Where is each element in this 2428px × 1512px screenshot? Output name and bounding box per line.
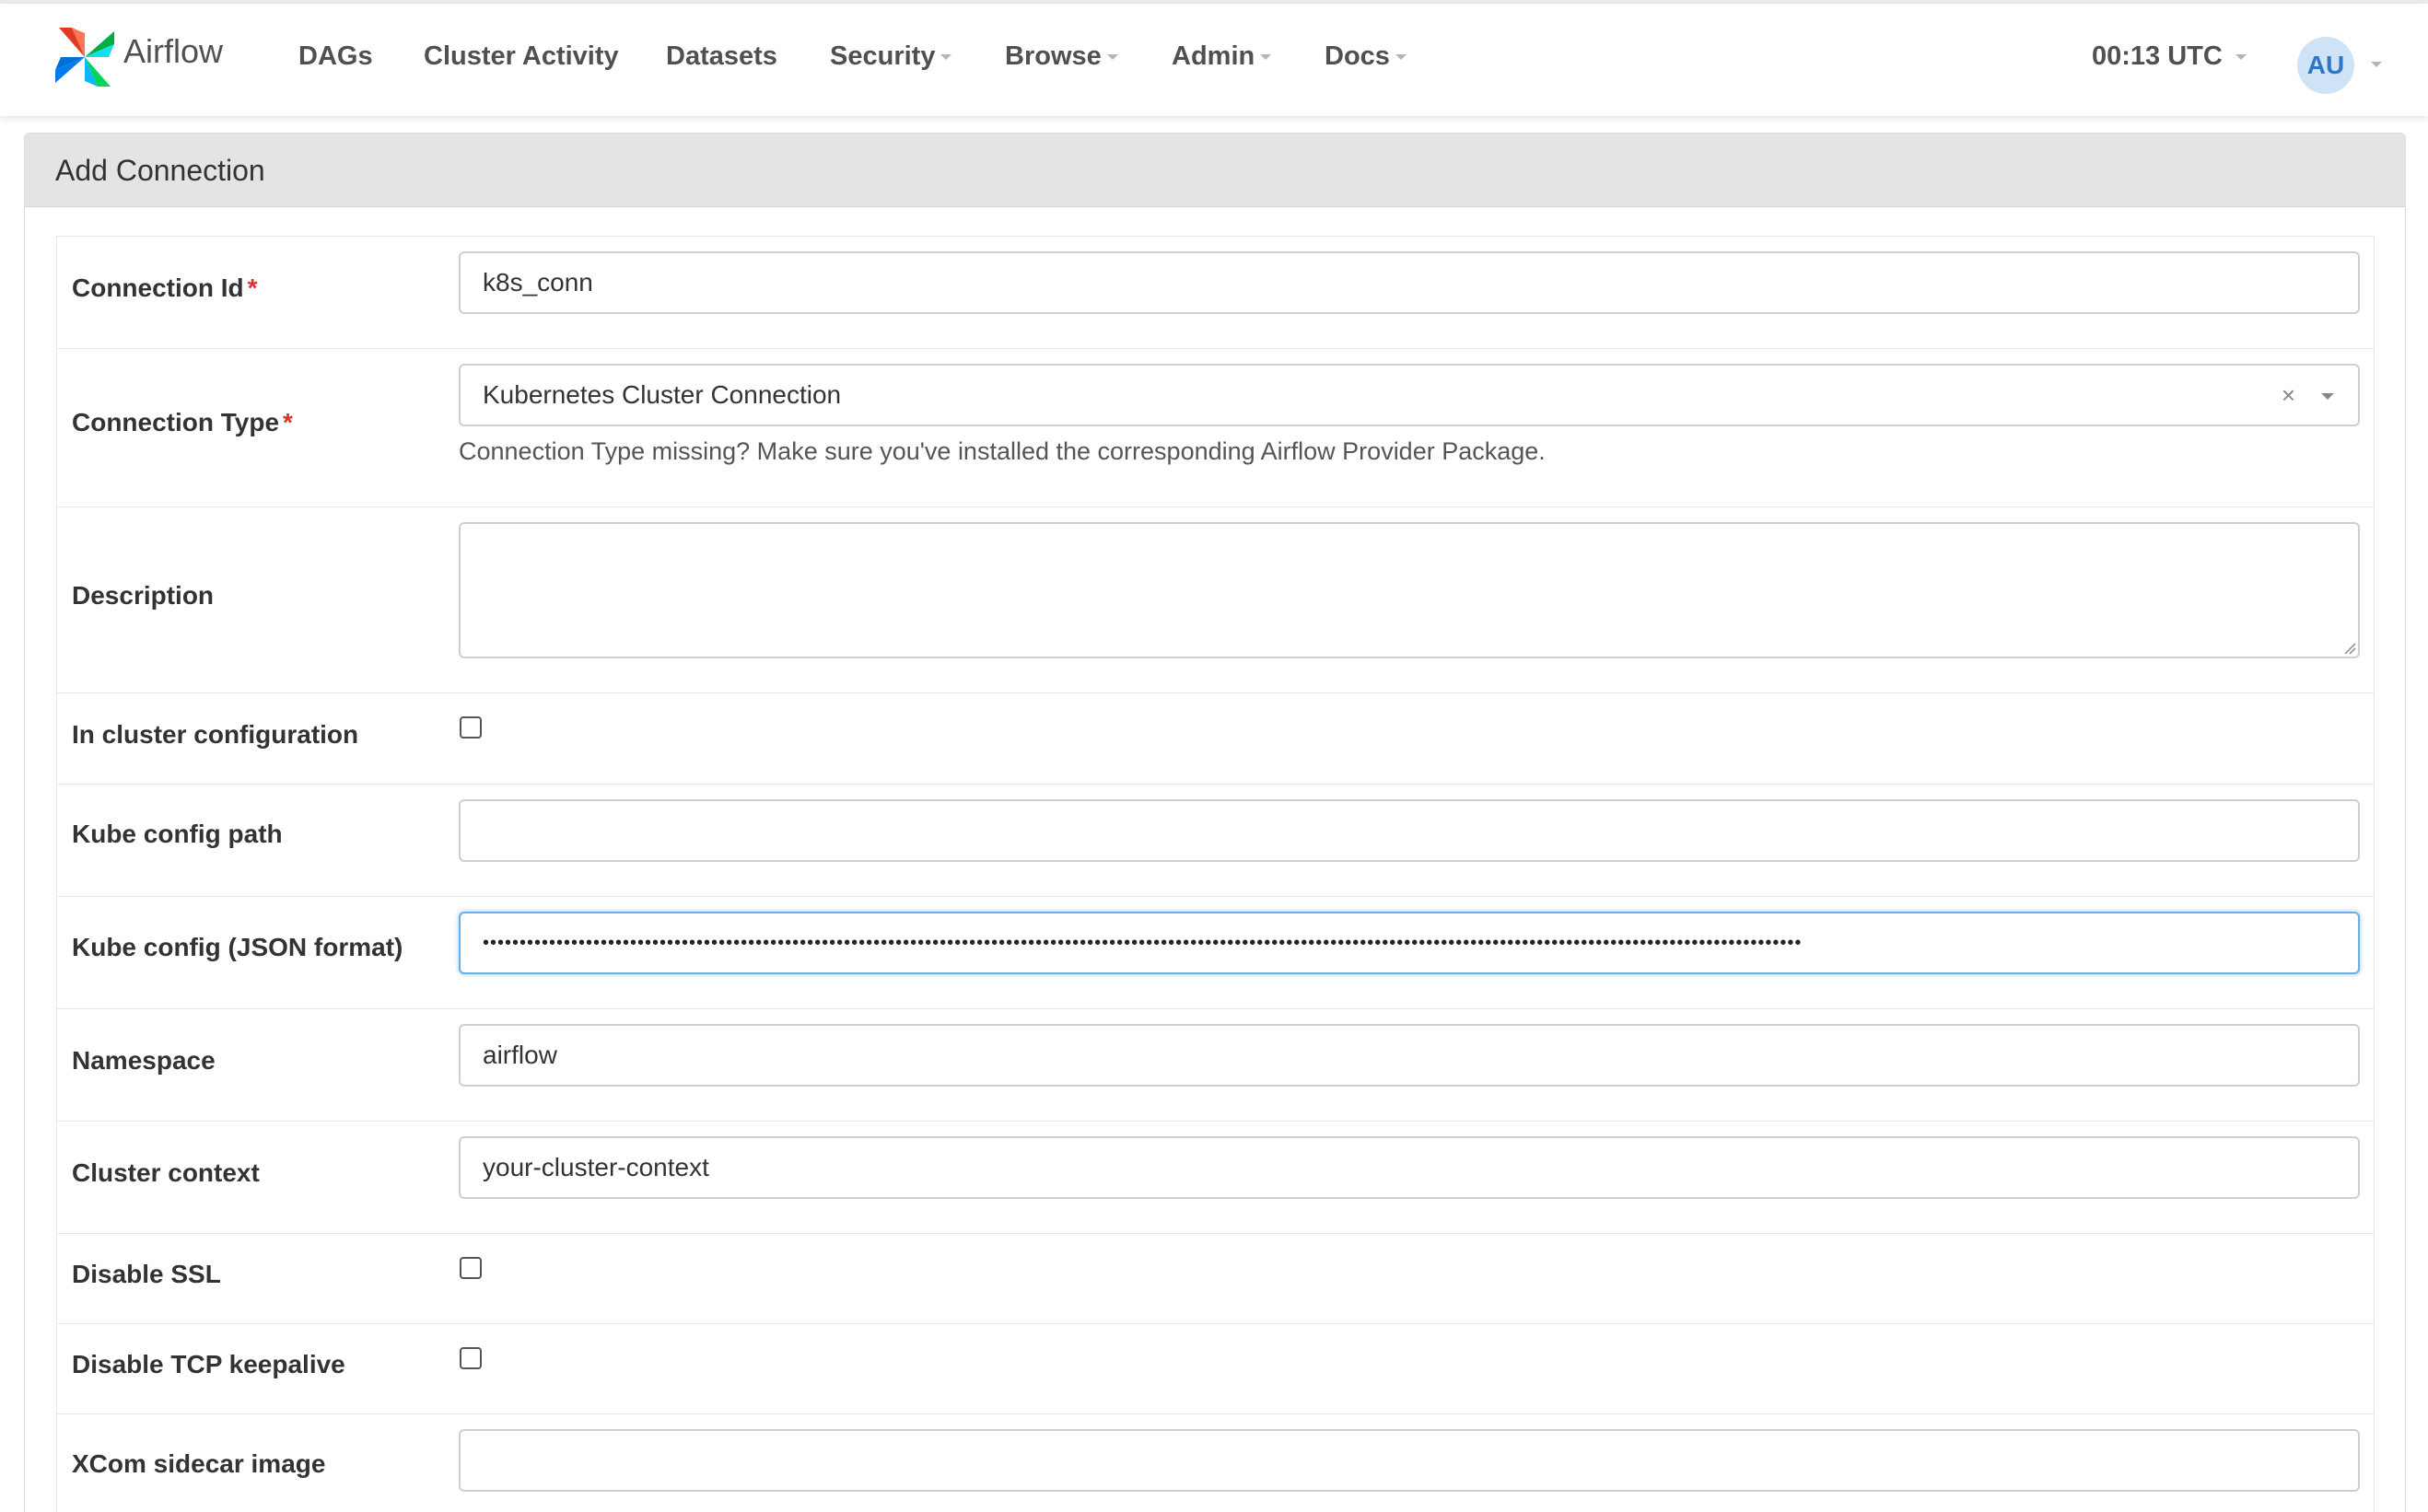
connection-type-value: Kubernetes Cluster Connection bbox=[483, 380, 842, 409]
connection-id-input[interactable]: k8s_conn bbox=[459, 251, 2360, 314]
cluster-context-label: Cluster context bbox=[72, 1158, 260, 1187]
in-cluster-label: In cluster configuration bbox=[72, 720, 359, 749]
connection-type-label: Connection Type * bbox=[72, 408, 293, 437]
close-icon[interactable]: × bbox=[2282, 366, 2295, 425]
required-marker: * bbox=[283, 408, 293, 436]
disable-ssl-label: Disable SSL bbox=[72, 1260, 221, 1288]
kube-config-json-input[interactable]: ••••••••••••••••••••••••••••••••••••••••… bbox=[459, 912, 2360, 974]
row-disable-tcp-keepalive: Disable TCP keepalive bbox=[57, 1324, 2374, 1414]
disable-ssl-checkbox[interactable] bbox=[460, 1257, 482, 1279]
disable-tcp-keepalive-label: Disable TCP keepalive bbox=[72, 1350, 345, 1378]
clock-text: 00:13 UTC bbox=[2092, 41, 2223, 71]
row-xcom-sidecar-image: XCom sidecar image bbox=[57, 1414, 2374, 1512]
chevron-down-icon[interactable] bbox=[2371, 62, 2382, 67]
required-marker: * bbox=[247, 273, 258, 302]
user-avatar[interactable]: AU bbox=[2297, 37, 2354, 94]
chevron-down-icon bbox=[940, 54, 952, 61]
chevron-down-icon bbox=[2235, 54, 2247, 61]
row-description: Description bbox=[57, 507, 2374, 693]
panel-title: Add Connection bbox=[25, 134, 2405, 207]
nav-admin-menu[interactable]: Admin bbox=[1172, 41, 1272, 72]
in-cluster-checkbox[interactable] bbox=[460, 716, 482, 739]
chevron-down-icon bbox=[1106, 54, 1118, 61]
namespace-label: Namespace bbox=[72, 1046, 216, 1075]
nav-admin-label: Admin bbox=[1172, 41, 1255, 71]
nav-security-menu[interactable]: Security bbox=[830, 41, 952, 72]
row-kube-config-json: Kube config (JSON format) ••••••••••••••… bbox=[57, 897, 2374, 1009]
xcom-sidecar-image-input[interactable] bbox=[459, 1429, 2360, 1492]
nav-datasets[interactable]: Datasets bbox=[666, 41, 777, 72]
connection-id-label-text: Connection Id bbox=[72, 273, 244, 302]
nav-dags[interactable]: DAGs bbox=[298, 41, 373, 72]
nav-docs-label: Docs bbox=[1325, 41, 1390, 71]
nav-browse-label: Browse bbox=[1005, 41, 1102, 71]
row-connection-id: Connection Id * k8s_conn bbox=[57, 237, 2374, 349]
row-disable-ssl: Disable SSL bbox=[57, 1234, 2374, 1324]
connection-type-label-text: Connection Type bbox=[72, 408, 280, 436]
connection-form: Connection Id * k8s_conn Connection Type *… bbox=[56, 236, 2375, 1512]
chevron-down-icon[interactable] bbox=[2321, 393, 2334, 400]
disable-tcp-keepalive-checkbox[interactable] bbox=[460, 1347, 482, 1369]
brand-link[interactable]: Airflow bbox=[52, 20, 223, 94]
xcom-sidecar-image-label: XCom sidecar image bbox=[72, 1449, 326, 1478]
resize-grip-icon[interactable] bbox=[2343, 642, 2356, 655]
namespace-input[interactable]: airflow bbox=[459, 1024, 2360, 1087]
brand-name: Airflow bbox=[123, 32, 224, 70]
row-in-cluster: In cluster configuration bbox=[57, 693, 2374, 785]
kube-config-path-label: Kube config path bbox=[72, 820, 283, 848]
utc-clock-menu[interactable]: 00:13 UTC bbox=[2092, 41, 2247, 72]
nav-browse-menu[interactable]: Browse bbox=[1005, 41, 1118, 72]
connection-type-select[interactable]: Kubernetes Cluster Connection × bbox=[459, 364, 2360, 426]
nav-docs-menu[interactable]: Docs bbox=[1325, 41, 1407, 72]
row-connection-type: Connection Type * Kubernetes Cluster Conn… bbox=[57, 349, 2374, 507]
connection-type-help: Connection Type missing? Make sure you'v… bbox=[459, 437, 1546, 465]
row-cluster-context: Cluster context your-cluster-context bbox=[57, 1122, 2374, 1234]
add-connection-panel: Add Connection Connection Id * k8s_conn C… bbox=[24, 133, 2406, 1512]
row-namespace: Namespace airflow bbox=[57, 1009, 2374, 1122]
connection-id-label: Connection Id * bbox=[72, 273, 258, 303]
chevron-down-icon bbox=[1395, 54, 1407, 61]
airflow-logo-icon bbox=[55, 28, 114, 87]
chevron-down-icon bbox=[1260, 54, 1272, 61]
top-navbar: Airflow DAGs Cluster Activity Datasets S… bbox=[0, 4, 2428, 116]
kube-config-json-label: Kube config (JSON format) bbox=[72, 933, 403, 961]
nav-security-label: Security bbox=[830, 41, 936, 71]
kube-config-path-input[interactable] bbox=[459, 799, 2360, 862]
nav-cluster-activity[interactable]: Cluster Activity bbox=[424, 41, 619, 72]
row-kube-config-path: Kube config path bbox=[57, 785, 2374, 897]
cluster-context-input[interactable]: your-cluster-context bbox=[459, 1136, 2360, 1199]
description-label: Description bbox=[72, 581, 215, 610]
description-textarea[interactable] bbox=[459, 522, 2360, 658]
